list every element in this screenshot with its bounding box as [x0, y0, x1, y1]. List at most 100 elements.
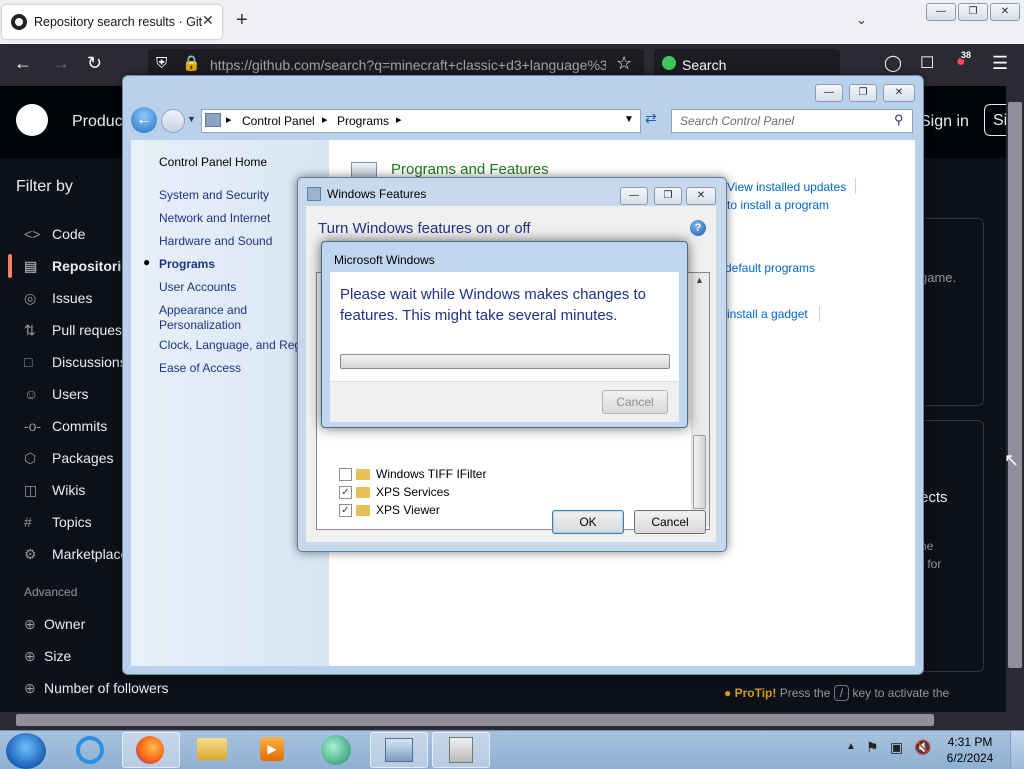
filter-code[interactable]: <> Code [24, 226, 85, 242]
filter-wikis[interactable]: ◫ Wikis [24, 482, 85, 499]
filter-issues[interactable]: ◎ Issues [24, 290, 92, 307]
filter-discussions[interactable]: □ Discussions [24, 354, 127, 370]
list-tabs-icon[interactable]: ⌄ [856, 12, 867, 28]
features-scroll-thumb[interactable] [693, 435, 706, 509]
view-installed-updates-link[interactable]: View installed updates [727, 180, 846, 194]
address-dropdown-icon[interactable]: ▼ [624, 114, 634, 125]
cp-close-button[interactable]: ✕ [883, 84, 915, 102]
advanced-followers[interactable]: ⊕ Number of followers [24, 680, 169, 697]
install-program-link[interactable]: to install a program [727, 198, 829, 212]
cp-maximize-button[interactable]: ❐ [849, 84, 877, 102]
taskbar-internet-explorer[interactable] [62, 732, 118, 766]
feature-row[interactable]: Windows TIFF IFilter [339, 467, 486, 482]
filter-marketplace[interactable]: ⚙ Marketplace [24, 546, 128, 563]
start-button[interactable] [6, 733, 46, 769]
cp-address-bar[interactable]: ▸ Control Panel ▸ Programs ▸ ▼ [201, 109, 641, 133]
product-menu[interactable]: Produc [72, 113, 123, 131]
minimize-window-button[interactable]: — [926, 3, 956, 21]
filter-users[interactable]: ☺ Users [24, 386, 89, 402]
back-arrow-icon[interactable]: ← [14, 53, 32, 74]
breadcrumb-control-panel[interactable]: Control Panel [242, 114, 315, 128]
shield-icon[interactable]: ⛨ [156, 55, 167, 72]
code-icon: <> [24, 226, 41, 242]
taskbar-media-player[interactable]: ▶ [244, 732, 300, 766]
cp-search-input[interactable]: Search Control Panel ⚲ [671, 109, 913, 133]
taskbar-windows-features[interactable] [432, 732, 490, 768]
filter-pull-requests[interactable]: ⇅ Pull requests [24, 322, 133, 339]
search-icon[interactable]: ⚲ [894, 112, 904, 128]
bookmark-star-icon[interactable]: ☆ [616, 53, 632, 74]
network-icon[interactable]: ▣ [890, 739, 903, 756]
restore-window-button[interactable]: ❐ [958, 3, 988, 21]
cp-link-network[interactable]: Network and Internet [159, 211, 270, 225]
volume-muted-icon[interactable]: 🔇 [914, 739, 931, 756]
filter-packages[interactable]: ⬡ Packages [24, 450, 113, 467]
windows-features-icon [449, 737, 473, 763]
advanced-owner[interactable]: ⊕ Owner [24, 616, 85, 633]
refresh-icon[interactable]: ⇄ [645, 110, 657, 127]
programs-features-heading[interactable]: Programs and Features [391, 161, 549, 178]
progress-cancel-button[interactable]: Cancel [602, 390, 668, 414]
filter-repositories[interactable]: ▤ Repositories [24, 258, 137, 275]
filter-commits[interactable]: -o- Commits [24, 418, 107, 434]
recent-pages-icon[interactable]: ▼ [187, 114, 196, 124]
tab-close-icon[interactable]: ✕ [202, 12, 214, 29]
taskbar-control-panel[interactable] [370, 732, 428, 768]
cp-link-user-accounts[interactable]: User Accounts [159, 280, 236, 294]
forward-arrow-icon[interactable]: → [52, 53, 70, 74]
feature-checkbox-checked[interactable]: ✓ [339, 504, 352, 518]
pocket-icon[interactable]: ◯ [884, 53, 902, 73]
advanced-size[interactable]: ⊕ Size [24, 648, 71, 665]
lock-icon[interactable]: 🔒 [182, 54, 201, 72]
action-center-flag-icon[interactable]: ⚑ [866, 739, 879, 756]
cp-link-system-security[interactable]: System and Security [159, 188, 269, 202]
wf-minimize-button[interactable]: — [620, 187, 648, 205]
install-gadget-link[interactable]: install a gadget [727, 307, 808, 321]
default-programs-link[interactable]: default programs [725, 261, 815, 275]
breadcrumb-arrow-icon[interactable]: ▸ [322, 113, 328, 126]
extensions-icon[interactable]: ☐ [920, 53, 934, 73]
breadcrumb-arrow-icon[interactable]: ▸ [396, 113, 402, 126]
progress-dialog-title: Microsoft Windows [334, 253, 435, 267]
reload-icon[interactable]: ↻ [87, 53, 102, 74]
feature-row[interactable]: ✓ XPS Services [339, 485, 449, 500]
cp-link-appearance[interactable]: Appearance and Personalization [159, 303, 279, 333]
link-separator [819, 306, 820, 322]
taskbar-firefox[interactable] [122, 732, 180, 768]
browser-tab[interactable]: Repository search results · GitHub ✕ [2, 5, 222, 39]
url-text[interactable]: https://github.com/search?q=minecraft+cl… [210, 57, 606, 73]
cp-link-programs[interactable]: Programs [159, 257, 215, 271]
cp-home-link[interactable]: Control Panel Home [159, 155, 267, 169]
cp-back-button[interactable]: ← [131, 107, 157, 133]
wf-close-button[interactable]: ✕ [686, 187, 716, 205]
taskbar-app[interactable] [308, 732, 364, 766]
sign-in-link[interactable]: Sign in [920, 113, 969, 131]
new-tab-icon[interactable]: + [236, 9, 248, 32]
close-window-button[interactable]: ✕ [990, 3, 1020, 21]
page-vertical-scroll-thumb[interactable] [1008, 102, 1022, 668]
wf-maximize-button[interactable]: ❐ [654, 187, 682, 205]
cp-link-hardware[interactable]: Hardware and Sound [159, 234, 272, 248]
issue-icon: ◎ [24, 290, 37, 306]
help-icon[interactable]: ? [690, 220, 706, 236]
filter-topics[interactable]: # Topics [24, 514, 92, 530]
github-logo-icon[interactable] [16, 104, 48, 136]
taskbar-explorer[interactable] [184, 732, 240, 766]
scroll-up-icon[interactable]: ▲ [695, 275, 704, 285]
cp-forward-button[interactable] [161, 109, 185, 133]
features-cancel-button[interactable]: Cancel [634, 510, 706, 534]
feature-checkbox-checked[interactable]: ✓ [339, 486, 352, 500]
menu-icon[interactable]: ☰ [992, 53, 1008, 74]
cp-minimize-button[interactable]: — [815, 84, 843, 102]
show-hidden-icons[interactable]: ▲ [846, 741, 856, 752]
cp-link-ease-of-access[interactable]: Ease of Access [159, 361, 241, 375]
result-snippet: game. [920, 270, 957, 285]
page-horizontal-scroll-thumb[interactable] [16, 714, 934, 726]
breadcrumb-programs[interactable]: Programs [337, 114, 389, 128]
feature-checkbox[interactable] [339, 468, 352, 482]
ok-button[interactable]: OK [552, 510, 624, 534]
taskbar-clock[interactable]: 4:31 PM 6/2/2024 [940, 734, 1000, 766]
feature-row[interactable]: ✓ XPS Viewer [339, 503, 440, 518]
show-desktop-button[interactable] [1010, 731, 1024, 769]
breadcrumb-arrow-icon[interactable]: ▸ [226, 113, 232, 126]
